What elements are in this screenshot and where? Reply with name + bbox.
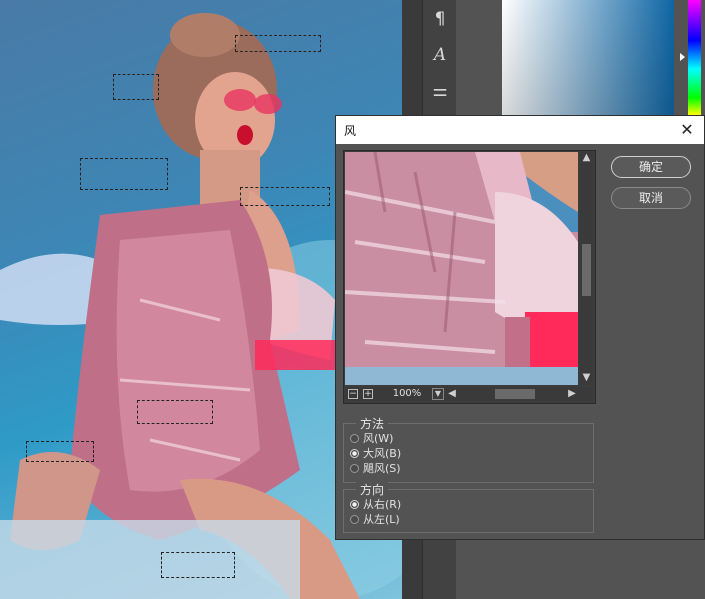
character-icon[interactable]: A <box>427 42 453 68</box>
method-group: 方法 风(W) 大风(B) 飓风(S) <box>343 415 594 483</box>
radio-label: 从左(L) <box>363 513 400 526</box>
radio-icon[interactable] <box>350 464 359 473</box>
horizontal-scroll-thumb[interactable] <box>495 389 535 399</box>
preview-frame: ▲ ▼ − + 100% ▼ ◀ ▶ <box>343 150 596 404</box>
selection-marquee <box>80 158 168 190</box>
preview-zoom-bar: − + 100% ▼ ◀ ▶ <box>345 387 593 401</box>
radio-label: 飓风(S) <box>363 462 401 475</box>
radio-selected-icon[interactable] <box>350 500 359 509</box>
hue-slider-arrow-icon[interactable] <box>680 53 685 61</box>
selection-marquee <box>113 74 159 100</box>
radio-icon[interactable] <box>350 434 359 443</box>
color-picker-field[interactable] <box>502 0 674 115</box>
paragraph-icon[interactable]: ¶ <box>427 6 453 32</box>
close-icon[interactable]: ✕ <box>676 119 698 141</box>
scroll-up-icon[interactable]: ▲ <box>581 152 592 163</box>
radio-label: 大风(B) <box>363 447 402 460</box>
method-legend: 方法 <box>356 415 389 432</box>
method-option-hurricane[interactable]: 飓风(S) <box>350 461 401 476</box>
selection-marquee <box>161 552 235 578</box>
direction-legend: 方向 <box>356 481 389 498</box>
preview-illustration <box>345 152 578 385</box>
scroll-right-icon[interactable]: ▶ <box>567 388 577 399</box>
radio-icon[interactable] <box>350 515 359 524</box>
ok-button[interactable]: 确定 <box>611 156 691 178</box>
dialog-title: 风 <box>344 124 357 138</box>
direction-option-from-right[interactable]: 从右(R) <box>350 497 401 512</box>
hue-slider[interactable] <box>688 0 701 115</box>
zoom-in-button[interactable]: + <box>363 389 373 399</box>
scroll-left-icon[interactable]: ◀ <box>447 388 457 399</box>
adjustments-icon[interactable]: ⚌ <box>427 78 453 104</box>
selection-marquee <box>235 35 321 52</box>
method-option-big-wind[interactable]: 大风(B) <box>350 446 401 461</box>
wind-filter-dialog: 风 ✕ ▲ ▼ − + 100% ▼ ◀ ▶ 确定 取消 方法 风(W) 大风(… <box>335 115 705 540</box>
zoom-level: 100% <box>392 388 422 399</box>
preview-vertical-scrollbar[interactable]: ▲ ▼ <box>580 152 593 385</box>
radio-selected-icon[interactable] <box>350 449 359 458</box>
scroll-thumb[interactable] <box>582 244 591 296</box>
chevron-down-icon[interactable]: ▼ <box>432 388 444 400</box>
radio-label: 从右(R) <box>363 498 402 511</box>
radio-label: 风(W) <box>363 432 394 445</box>
cancel-button[interactable]: 取消 <box>611 187 691 209</box>
direction-group: 方向 从右(R) 从左(L) <box>343 481 594 533</box>
zoom-out-button[interactable]: − <box>348 389 358 399</box>
selection-marquee <box>26 441 94 462</box>
direction-option-from-left[interactable]: 从左(L) <box>350 512 400 527</box>
dialog-titlebar[interactable]: 风 ✕ <box>336 116 704 144</box>
scroll-down-icon[interactable]: ▼ <box>581 372 592 383</box>
method-option-wind[interactable]: 风(W) <box>350 431 393 446</box>
filter-preview[interactable] <box>345 152 578 385</box>
selection-marquee <box>240 187 330 206</box>
selection-marquee <box>137 400 213 424</box>
